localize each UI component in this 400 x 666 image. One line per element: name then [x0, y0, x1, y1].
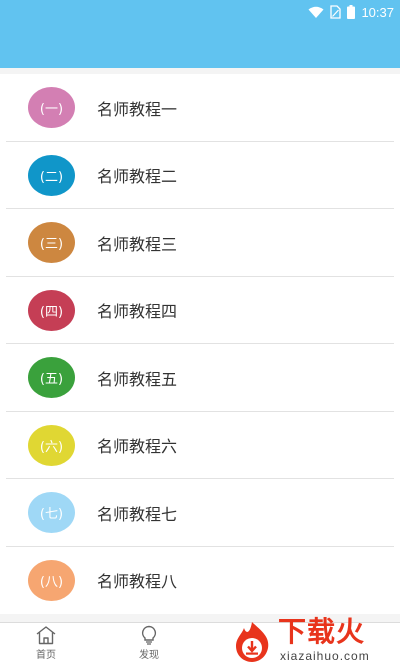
- list-item-badge: (四): [28, 289, 75, 331]
- list-item[interactable]: (五) 名师教程五: [0, 344, 400, 412]
- list-item-badge: (七): [28, 492, 75, 534]
- status-bar: 10:37: [308, 2, 394, 22]
- list-item-badge: (五): [28, 357, 75, 399]
- list-item-label: 名师教程八: [97, 572, 178, 592]
- lightbulb-icon: [141, 625, 157, 645]
- status-time: 10:37: [361, 4, 394, 20]
- list-item[interactable]: (七) 名师教程七: [0, 479, 400, 547]
- list-item-label: 名师教程四: [97, 302, 178, 322]
- wifi-icon: [308, 6, 324, 18]
- battery-icon: [347, 5, 356, 19]
- list-item-badge: (六): [28, 424, 75, 466]
- list-item[interactable]: (六) 名师教程六: [0, 412, 400, 479]
- watermark-url: xiazaihuo.com: [280, 649, 370, 663]
- tab-home-label: 首页: [36, 650, 56, 661]
- tutorial-list: (一) 名师教程一 (二) 名师教程二 (三) 名师教程三 (四) 名师教程四 …: [0, 74, 400, 614]
- list-item-badge: (三): [28, 222, 75, 264]
- tab-home[interactable]: 首页: [21, 625, 71, 661]
- list-item[interactable]: (四) 名师教程四: [0, 277, 400, 344]
- tab-discover[interactable]: 发现: [124, 625, 174, 661]
- list-item-label: 名师教程一: [97, 99, 178, 119]
- tab-discover-label: 发现: [139, 650, 159, 661]
- list-item-label: 名师教程二: [97, 167, 178, 187]
- list-item[interactable]: (一) 名师教程一: [0, 74, 400, 142]
- list-item-label: 名师教程六: [97, 437, 178, 457]
- home-icon: [36, 626, 56, 645]
- list-item[interactable]: (二) 名师教程二: [0, 142, 400, 209]
- list-item[interactable]: (三) 名师教程三: [0, 209, 400, 277]
- list-item-label: 名师教程三: [97, 234, 178, 254]
- app-header: 10:37: [0, 0, 400, 68]
- list-item[interactable]: (八) 名师教程八: [0, 547, 400, 615]
- list-item-badge: (八): [28, 559, 75, 601]
- watermark: 下载火 xiazaihuo.com: [230, 616, 396, 664]
- flame-logo-icon: [236, 622, 269, 662]
- list-item-label: 名师教程五: [97, 369, 178, 389]
- list-item-badge: (二): [28, 154, 75, 196]
- list-item-label: 名师教程七: [97, 504, 178, 524]
- list-item-badge: (一): [28, 87, 75, 129]
- watermark-title: 下载火: [278, 615, 366, 648]
- sim-icon: [330, 5, 342, 19]
